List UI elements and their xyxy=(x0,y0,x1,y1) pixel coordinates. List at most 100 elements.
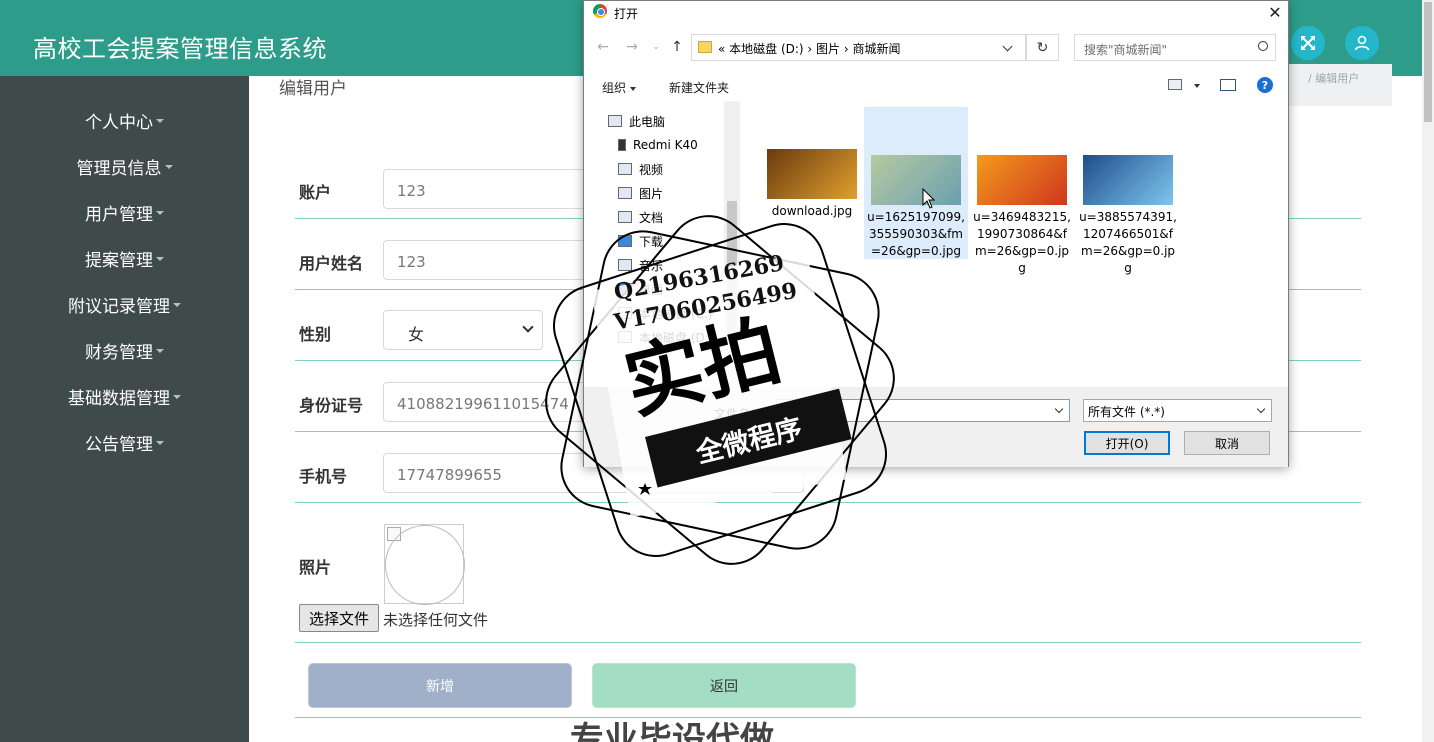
chrome-logo-icon xyxy=(593,4,607,18)
sidebar-item-label: 个人中心 xyxy=(85,112,153,133)
file-thumbnail xyxy=(871,155,961,205)
account-label: 账户 xyxy=(299,183,332,202)
caret-down-icon xyxy=(173,303,181,307)
choose-file-button[interactable]: 选择文件 xyxy=(299,604,379,632)
picture-icon xyxy=(618,187,632,199)
search-input[interactable]: 搜索"商城新闻" xyxy=(1074,34,1276,61)
tree-item-documents[interactable]: 文档 xyxy=(618,207,663,227)
refresh-icon[interactable]: ↻ xyxy=(1026,34,1059,61)
tree-item-downloads[interactable]: 下载 xyxy=(618,231,663,251)
dialog-toolbar: 组织 新建文件夹 ? xyxy=(584,71,1288,101)
file-name: u=3885574391, 1207466501&f m=26&gp=0.jp … xyxy=(1079,210,1177,275)
cancel-button[interactable]: 取消 xyxy=(1184,431,1270,455)
sidebar-item-seconding-records[interactable]: 附议记录管理 xyxy=(0,289,249,319)
back-button[interactable]: 返回 xyxy=(592,663,856,708)
phone-label: 手机号 xyxy=(299,467,348,486)
add-button[interactable]: 新增 xyxy=(308,663,572,708)
folder-icon xyxy=(698,41,712,53)
file-name: u=1625197099, 355590303&fm =26&gp=0.jpg xyxy=(867,210,965,258)
photo-label: 照片 xyxy=(299,558,332,577)
chevron-down-icon xyxy=(1256,404,1266,414)
view-options-icon[interactable] xyxy=(1168,79,1182,90)
music-icon xyxy=(618,259,632,271)
caret-down-icon xyxy=(164,165,173,169)
page-scrollbar[interactable] xyxy=(1422,0,1434,742)
chevron-down-icon xyxy=(522,321,534,333)
file-item[interactable]: download.jpg xyxy=(760,149,864,220)
gender-select[interactable]: 女 xyxy=(383,310,543,350)
watermark-bottom-text: 专业毕设代做 xyxy=(570,720,774,742)
computer-icon xyxy=(608,115,622,127)
back-arrow-icon[interactable]: ← xyxy=(593,37,613,57)
sidebar-item-label: 附议记录管理 xyxy=(68,296,170,317)
caret-down-icon xyxy=(173,395,181,399)
caret-down-icon xyxy=(630,86,637,91)
caret-down-icon xyxy=(156,441,164,445)
forward-arrow-icon[interactable]: → xyxy=(622,37,642,57)
file-list: download.jpg u=1625197099, 355590303&fm … xyxy=(740,101,1288,387)
sidebar-item-label: 提案管理 xyxy=(85,250,153,271)
expand-icon[interactable] xyxy=(1291,26,1325,60)
gender-label: 性别 xyxy=(299,325,332,344)
sidebar-item-proposal-management[interactable]: 提案管理 xyxy=(0,243,249,273)
gender-value: 女 xyxy=(408,325,425,344)
dialog-titlebar[interactable]: 打开 ✕ xyxy=(584,1,1288,23)
tree-item-label: Redmi K40 xyxy=(633,138,698,152)
sidebar-item-personal-center[interactable]: 个人中心 xyxy=(0,105,249,135)
view-caret-icon[interactable] xyxy=(1194,84,1200,88)
tree-item-this-pc[interactable]: 此电脑 xyxy=(608,111,665,131)
sidebar: 个人中心 管理员信息 用户管理 提案管理 附议记录管理 财务管理 基础数据管理 … xyxy=(0,76,249,742)
user-icon[interactable] xyxy=(1345,26,1379,60)
breadcrumb: / 编辑用户 xyxy=(1288,64,1392,106)
file-item[interactable]: u=3885574391, 1207466501&f m=26&gp=0.jp … xyxy=(1076,155,1180,277)
mouse-cursor-icon xyxy=(922,188,936,209)
tree-item-label: 视频 xyxy=(639,162,664,177)
sidebar-item-finance-management[interactable]: 财务管理 xyxy=(0,335,249,365)
close-icon[interactable]: ✕ xyxy=(1264,1,1286,23)
search-icon[interactable] xyxy=(1258,41,1268,51)
tree-item-videos[interactable]: 视频 xyxy=(618,159,663,179)
dialog-title: 打开 xyxy=(614,7,639,21)
id-card-label: 身份证号 xyxy=(299,396,364,415)
tree-item-phone[interactable]: Redmi K40 xyxy=(618,135,698,155)
caret-down-icon xyxy=(156,119,164,123)
sidebar-item-label: 公告管理 xyxy=(85,434,153,455)
organize-label: 组织 xyxy=(602,81,627,95)
page-title: 编辑用户 xyxy=(279,79,347,99)
sidebar-item-user-management[interactable]: 用户管理 xyxy=(0,197,249,227)
avatar xyxy=(385,525,465,605)
file-thumbnail xyxy=(767,149,857,199)
open-button[interactable]: 打开(O) xyxy=(1084,431,1170,455)
preview-pane-icon[interactable] xyxy=(1220,79,1236,91)
sidebar-item-announcements[interactable]: 公告管理 xyxy=(0,427,249,457)
new-folder-button[interactable]: 新建文件夹 xyxy=(669,79,729,96)
chevron-down-icon[interactable] xyxy=(1054,404,1064,414)
address-bar[interactable]: « 本地磁盘 (D:) › 图片 › 商城新闻 xyxy=(691,34,1026,61)
up-arrow-icon[interactable]: ↑ xyxy=(667,37,687,57)
sidebar-item-admin-info[interactable]: 管理员信息 xyxy=(0,151,249,181)
sidebar-item-label: 财务管理 xyxy=(85,342,153,363)
file-item[interactable]: u=3469483215, 1990730864&f m=26&gp=0.jp … xyxy=(970,155,1074,277)
user-icon-svg xyxy=(1354,35,1370,51)
sidebar-item-label: 管理员信息 xyxy=(76,158,162,179)
tree-item-label: 文档 xyxy=(639,210,664,225)
phone-icon xyxy=(618,139,626,151)
file-thumbnail xyxy=(1083,155,1173,205)
organize-button[interactable]: 组织 xyxy=(602,79,637,96)
caret-down-icon xyxy=(156,211,164,215)
download-icon xyxy=(618,235,632,247)
scrollbar-thumb[interactable] xyxy=(1424,2,1432,122)
chevron-down-icon[interactable] xyxy=(1002,41,1013,52)
file-item[interactable]: u=1625197099, 355590303&fm =26&gp=0.jpg xyxy=(864,107,968,259)
sidebar-item-basic-data[interactable]: 基础数据管理 xyxy=(0,381,249,411)
file-type-select[interactable]: 所有文件 (*.*) xyxy=(1083,399,1272,422)
help-icon[interactable]: ? xyxy=(1257,77,1273,93)
sidebar-item-label: 用户管理 xyxy=(85,204,153,225)
caret-down-icon xyxy=(156,257,164,261)
name-label: 用户姓名 xyxy=(299,254,364,273)
history-chevron-icon[interactable]: ⌄ xyxy=(646,37,666,57)
tree-item-label: 下载 xyxy=(639,234,664,249)
no-file-text: 未选择任何文件 xyxy=(383,611,489,629)
tree-item-pictures[interactable]: 图片 xyxy=(618,183,663,203)
tree-item-label: 此电脑 xyxy=(629,114,666,129)
